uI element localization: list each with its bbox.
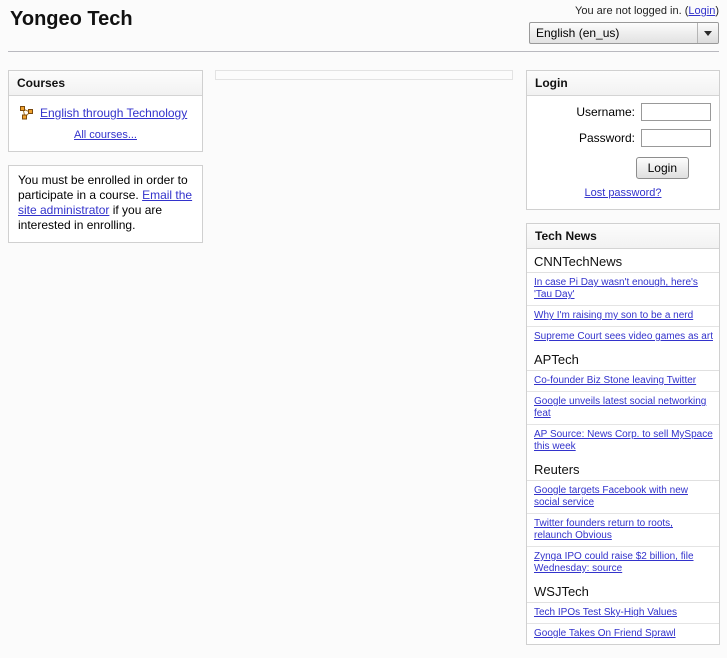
news-feed-title: CNNTechNews: [527, 249, 719, 273]
news-feed-title: APTech: [527, 347, 719, 371]
content-area: Courses English through Technology All c…: [0, 58, 727, 645]
username-row: Username:: [535, 103, 711, 121]
courses-block-body: English through Technology All courses..…: [9, 96, 202, 151]
news-feed-title: Reuters: [527, 457, 719, 481]
news-feed-item[interactable]: Supreme Court sees video games as art: [527, 327, 719, 347]
tech-news-block: Tech News CNNTechNews In case Pi Day wasn…: [526, 223, 720, 645]
chevron-down-icon[interactable]: [697, 23, 718, 43]
login-status: You are not logged in. (Login): [529, 5, 719, 17]
right-column: Login Username: Password: Login Lost pas…: [526, 70, 720, 658]
news-feed-item[interactable]: Tech IPOs Test Sky-High Values: [527, 603, 719, 624]
all-courses-row: All courses...: [17, 124, 194, 143]
all-courses-link[interactable]: All courses...: [74, 129, 137, 141]
center-column: [215, 70, 513, 80]
news-feed-item[interactable]: Twitter founders return to roots, relaun…: [527, 514, 719, 547]
header-login-link[interactable]: Login: [688, 5, 715, 17]
username-label: Username:: [576, 105, 635, 119]
news-feed-group: WSJTech Tech IPOs Test Sky-High Values Goo…: [527, 579, 719, 644]
news-feed-item[interactable]: Why I'm raising my son to be a nerd: [527, 306, 719, 327]
news-feed-group: Reuters Google targets Facebook with new …: [527, 457, 719, 579]
login-status-text: You are not logged in. (: [575, 5, 689, 17]
lost-password-row: Lost password?: [535, 179, 711, 201]
left-column: Courses English through Technology All c…: [8, 70, 203, 243]
login-block-body: Username: Password: Login Lost password?: [527, 96, 719, 209]
page-header: Yongeo Tech You are not logged in. (Logi…: [0, 0, 727, 52]
login-block: Login Username: Password: Login Lost pas…: [526, 70, 720, 210]
courses-block: Courses English through Technology All c…: [8, 70, 203, 152]
login-status-suffix: ): [715, 5, 719, 17]
courses-block-title: Courses: [9, 71, 202, 96]
language-select-value: English (en_us): [536, 26, 620, 40]
course-icon: [19, 105, 35, 121]
news-feed-group: APTech Co-founder Biz Stone leaving Twitt…: [527, 347, 719, 457]
enrollment-notice-block: You must be enrolled in order to partici…: [8, 165, 203, 243]
news-feed-item[interactable]: AP Source: News Corp. to sell MySpace th…: [527, 425, 719, 457]
news-feed-title: WSJTech: [527, 579, 719, 603]
password-label: Password:: [578, 131, 635, 145]
list-item[interactable]: English through Technology: [17, 103, 194, 124]
lost-password-link[interactable]: Lost password?: [584, 187, 661, 199]
news-feed-item[interactable]: Zynga IPO could raise $2 billion, file W…: [527, 547, 719, 579]
login-button[interactable]: Login: [635, 157, 689, 179]
news-feed-item[interactable]: Google unveils latest social networking …: [527, 392, 719, 425]
header-right-area: You are not logged in. (Login) English (…: [529, 5, 719, 44]
course-link[interactable]: English through Technology: [40, 106, 187, 120]
header-divider: [8, 51, 719, 52]
news-feed-item[interactable]: Google targets Facebook with new social …: [527, 481, 719, 514]
login-block-title: Login: [527, 71, 719, 96]
login-button-row: Login: [535, 157, 711, 179]
news-feed-item[interactable]: Google Takes On Friend Sprawl: [527, 624, 719, 644]
language-select[interactable]: English (en_us): [529, 22, 719, 44]
tech-news-block-body: CNNTechNews In case Pi Day wasn't enough,…: [527, 249, 719, 644]
username-input[interactable]: [641, 103, 711, 121]
language-selector-wrap: English (en_us): [529, 22, 719, 44]
tech-news-block-title: Tech News: [527, 224, 719, 249]
site-title: Yongeo Tech: [10, 8, 133, 30]
password-input[interactable]: [641, 129, 711, 147]
password-row: Password:: [535, 129, 711, 147]
news-feed-item[interactable]: In case Pi Day wasn't enough, here's 'Ta…: [527, 273, 719, 306]
news-feed-item[interactable]: Co-founder Biz Stone leaving Twitter: [527, 371, 719, 392]
main-content-placeholder: [215, 70, 513, 80]
news-feed-group: CNNTechNews In case Pi Day wasn't enough,…: [527, 249, 719, 347]
